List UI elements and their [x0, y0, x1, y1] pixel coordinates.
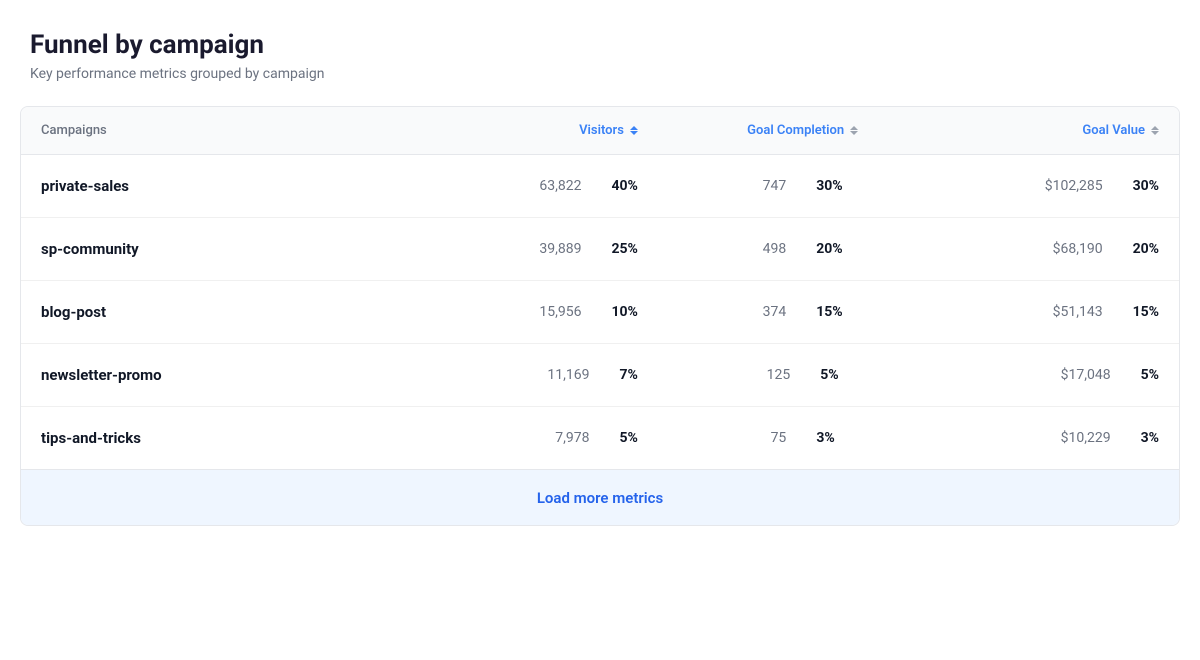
visitors-pct: 40% [611, 178, 637, 194]
visitors-pct: 5% [620, 430, 638, 446]
campaign-name: private-sales [41, 177, 129, 195]
campaign-name-cell: private-sales [21, 155, 426, 218]
visitors-cell: 11,169 7% [426, 344, 658, 407]
visitors-count: 63,822 [539, 178, 581, 194]
campaign-name: sp-community [41, 240, 139, 258]
table-row: blog-post 15,956 10% 374 15% $51,143 15% [21, 281, 1179, 344]
value-amount: $17,048 [1061, 367, 1111, 383]
goal-pct: 20% [816, 241, 842, 257]
value-amount: $10,229 [1061, 430, 1111, 446]
load-more-row: Load more metrics [21, 470, 1179, 526]
goal-pct: 5% [820, 367, 838, 383]
col-header-value[interactable]: Goal Value [947, 107, 1179, 155]
goal-pct: 30% [816, 178, 842, 194]
value-sort-icon [1151, 126, 1159, 135]
goal-cell: 125 5% [658, 344, 948, 407]
load-more-cell: Load more metrics [21, 470, 1179, 526]
goal-count: 75 [771, 430, 787, 446]
col-header-campaigns: Campaigns [21, 107, 426, 155]
page-title: Funnel by campaign [30, 30, 1180, 60]
campaign-name-cell: tips-and-tricks [21, 407, 426, 470]
goal-cell: 374 15% [658, 281, 948, 344]
value-cell: $10,229 3% [947, 407, 1179, 470]
visitors-pct: 7% [620, 367, 638, 383]
goal-cell: 498 20% [658, 218, 948, 281]
table-row: sp-community 39,889 25% 498 20% $68,190 … [21, 218, 1179, 281]
goal-count: 374 [763, 304, 787, 320]
page-subtitle: Key performance metrics grouped by campa… [30, 66, 1180, 82]
campaign-name: tips-and-tricks [41, 429, 141, 447]
visitors-count: 11,169 [547, 367, 589, 383]
goal-count: 498 [763, 241, 787, 257]
visitors-count: 15,956 [539, 304, 581, 320]
visitors-pct: 25% [611, 241, 637, 257]
campaign-name-cell: blog-post [21, 281, 426, 344]
campaign-name: newsletter-promo [41, 366, 162, 384]
goal-cell: 747 30% [658, 155, 948, 218]
value-amount: $51,143 [1053, 304, 1103, 320]
value-cell: $68,190 20% [947, 218, 1179, 281]
load-more-button[interactable]: Load more metrics [537, 489, 663, 507]
value-pct: 3% [1141, 430, 1159, 446]
metrics-table: Campaigns Visitors Goal Completion [21, 107, 1179, 525]
metrics-table-container: Campaigns Visitors Goal Completion [20, 106, 1180, 526]
value-pct: 30% [1133, 178, 1159, 194]
campaign-name-cell: sp-community [21, 218, 426, 281]
visitors-cell: 63,822 40% [426, 155, 658, 218]
value-cell: $17,048 5% [947, 344, 1179, 407]
goal-count: 125 [767, 367, 791, 383]
goal-count: 747 [763, 178, 787, 194]
visitors-sort-icon [630, 126, 638, 135]
campaign-name: blog-post [41, 303, 106, 321]
table-row: tips-and-tricks 7,978 5% 75 3% $10,229 3… [21, 407, 1179, 470]
value-pct: 20% [1133, 241, 1159, 257]
goal-pct: 15% [816, 304, 842, 320]
visitors-cell: 39,889 25% [426, 218, 658, 281]
visitors-cell: 7,978 5% [426, 407, 658, 470]
campaign-name-cell: newsletter-promo [21, 344, 426, 407]
goal-pct: 3% [816, 430, 834, 446]
value-amount: $102,285 [1045, 178, 1103, 194]
value-pct: 5% [1141, 367, 1159, 383]
col-header-visitors[interactable]: Visitors [426, 107, 658, 155]
value-pct: 15% [1133, 304, 1159, 320]
value-amount: $68,190 [1053, 241, 1103, 257]
goal-cell: 75 3% [658, 407, 948, 470]
table-header-row: Campaigns Visitors Goal Completion [21, 107, 1179, 155]
table-row: private-sales 63,822 40% 747 30% $102,28… [21, 155, 1179, 218]
value-cell: $102,285 30% [947, 155, 1179, 218]
table-row: newsletter-promo 11,169 7% 125 5% $17,04… [21, 344, 1179, 407]
visitors-count: 39,889 [539, 241, 581, 257]
visitors-cell: 15,956 10% [426, 281, 658, 344]
goal-sort-icon [850, 126, 858, 135]
page-header: Funnel by campaign Key performance metri… [20, 30, 1180, 82]
visitors-pct: 10% [611, 304, 637, 320]
visitors-count: 7,978 [555, 430, 589, 446]
value-cell: $51,143 15% [947, 281, 1179, 344]
col-header-goal[interactable]: Goal Completion [658, 107, 948, 155]
